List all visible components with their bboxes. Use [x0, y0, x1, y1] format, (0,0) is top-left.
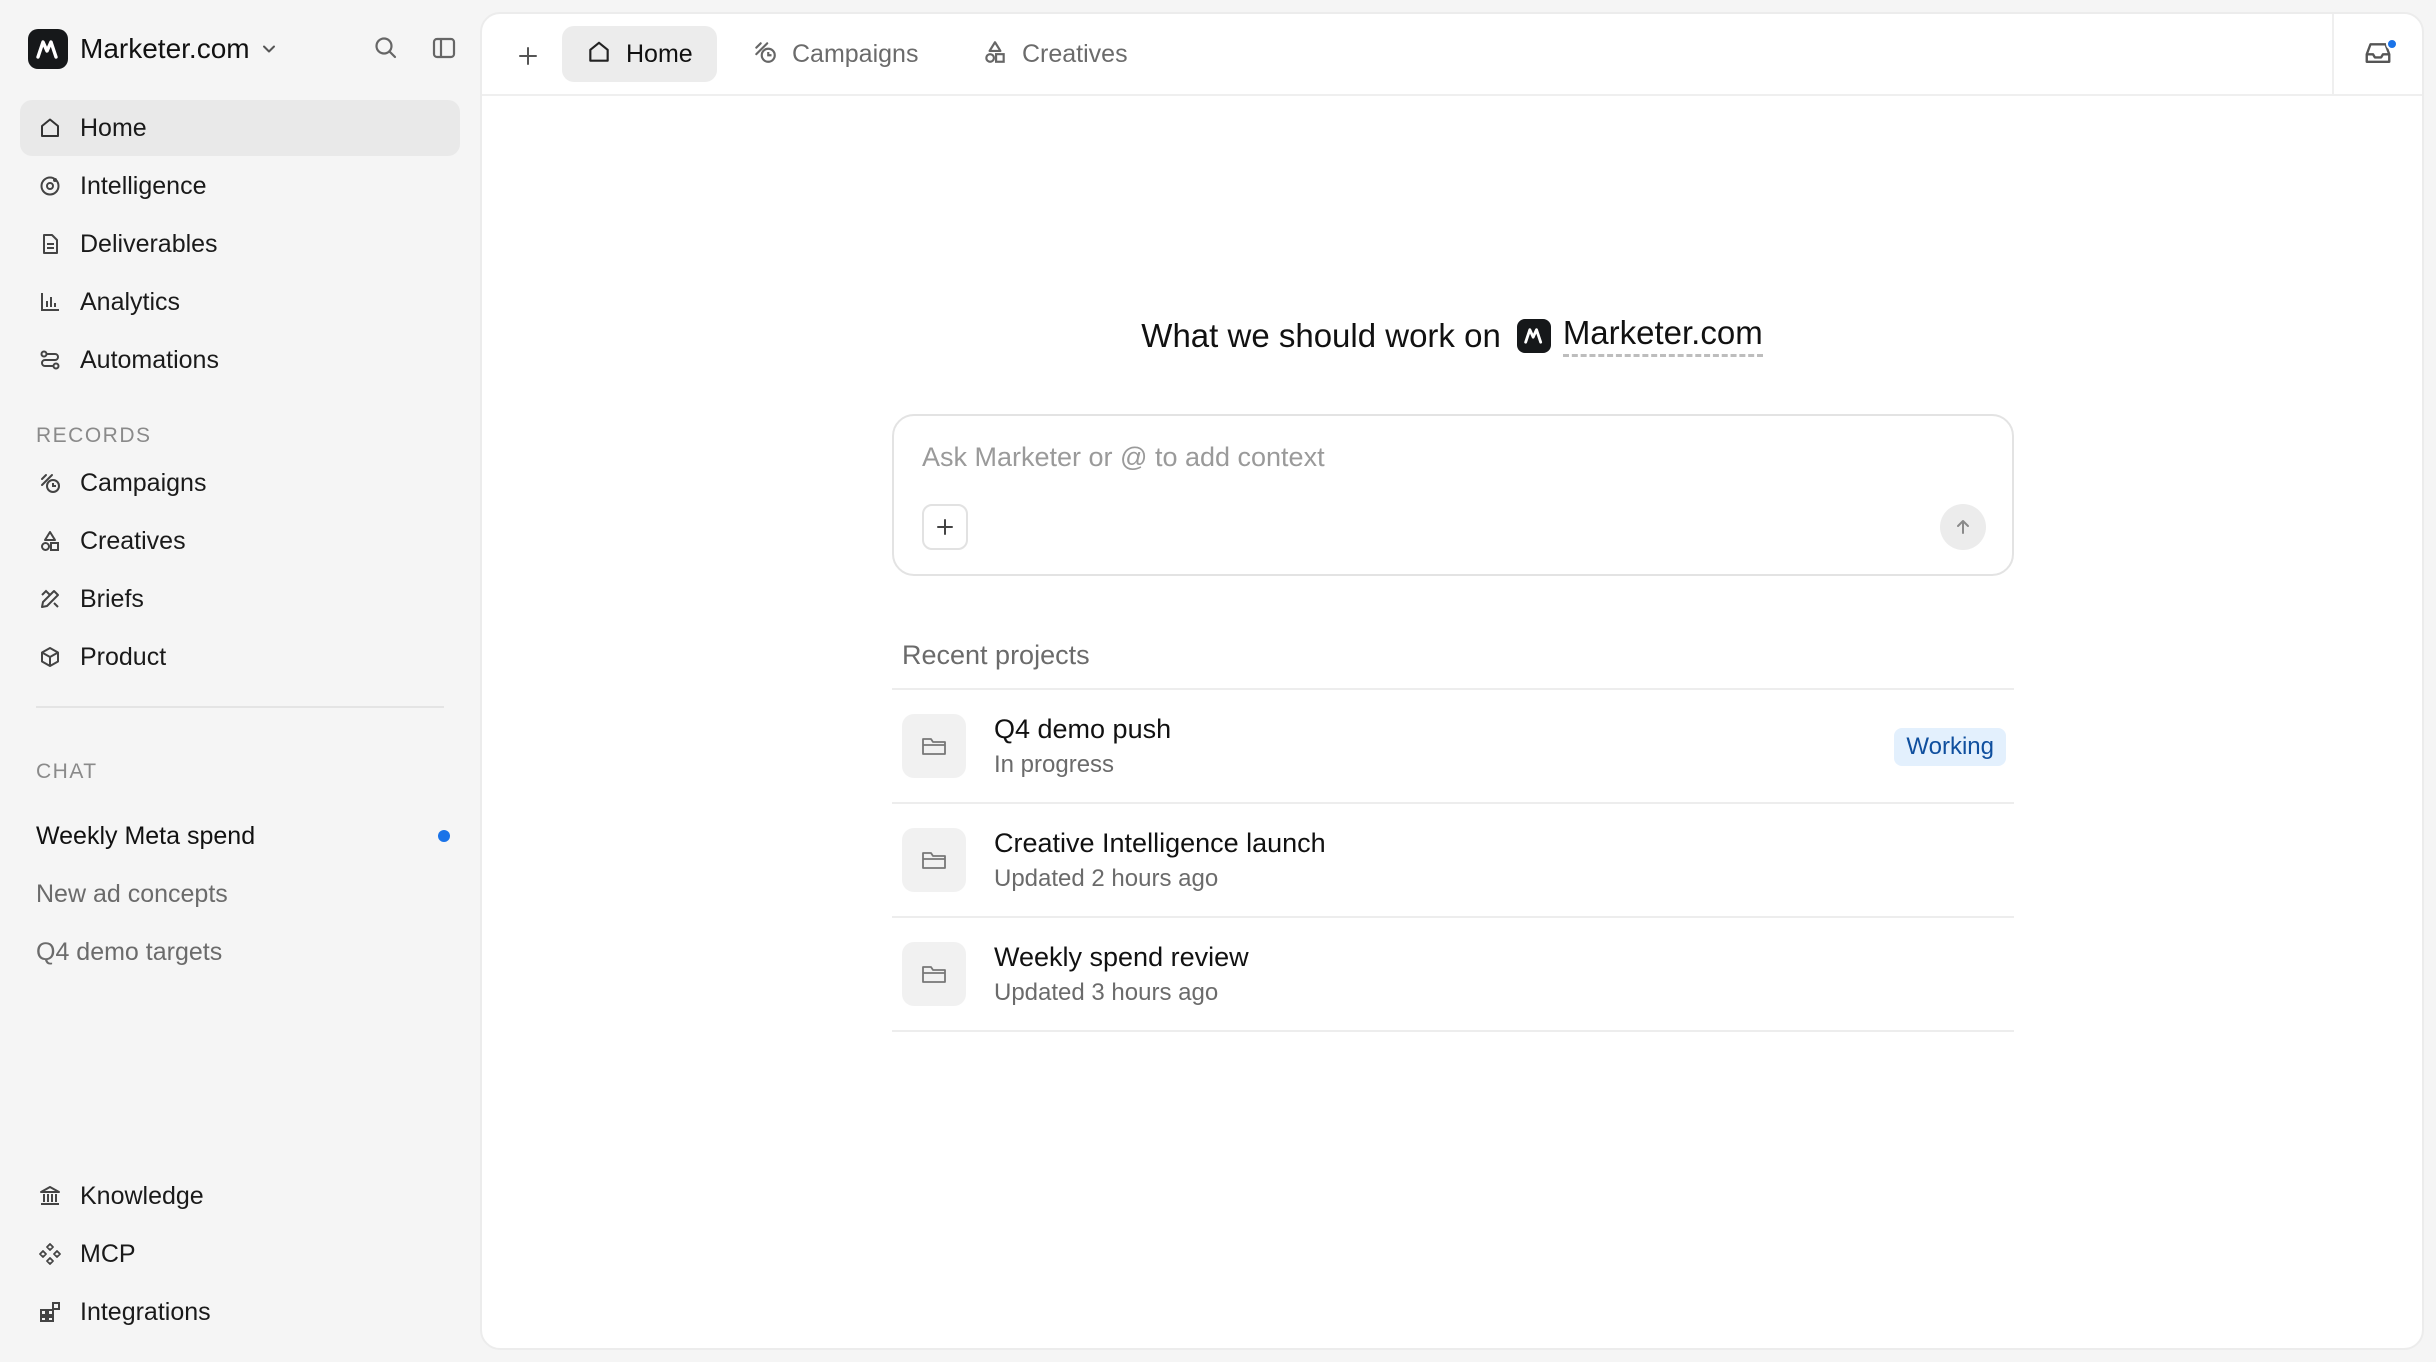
tab-bar: Home Campaigns Creatives [482, 14, 2422, 96]
project-status: Updated 2 hours ago [994, 865, 1219, 892]
chat-composer[interactable]: Ask Marketer or @ to add context [892, 414, 2014, 576]
sidebar-item-label: Briefs [80, 584, 144, 613]
sidebar-item-label: Integrations [80, 1297, 211, 1326]
project-name: Weekly spend review [994, 942, 1249, 972]
chat-item-label: Q4 demo targets [36, 937, 223, 966]
tab-label: Home [626, 39, 693, 68]
chat-item-weekly-meta-spend[interactable]: Weekly Meta spend [36, 812, 450, 860]
project-row[interactable]: Q4 demo push In progress Working [892, 690, 2014, 804]
app-window: Marketer.com Home Intelligence Deliverab… [0, 0, 2436, 1362]
records-section-title: RECORDS [36, 424, 152, 447]
tab-campaigns[interactable]: Campaigns [728, 26, 942, 82]
automations-icon [36, 346, 64, 374]
tab-label: Campaigns [792, 39, 919, 68]
project-row[interactable]: Creative Intelligence launch Updated 2 h… [892, 804, 2014, 918]
sidebar-item-intelligence[interactable]: Intelligence [20, 158, 460, 214]
sidebar-item-label: Creatives [80, 526, 186, 555]
sidebar-item-knowledge[interactable]: Knowledge [20, 1168, 460, 1224]
sidebar: Marketer.com Home Intelligence Deliverab… [0, 0, 480, 1362]
main-panel: Home Campaigns Creatives What we should … [480, 12, 2424, 1350]
workspace-name: Marketer.com [80, 33, 250, 64]
chat-item-label: New ad concepts [36, 879, 228, 908]
workspace-switcher[interactable]: Marketer.com [28, 28, 278, 70]
document-icon [36, 230, 64, 258]
hero-question: What we should work on [1141, 316, 1501, 354]
chevron-down-icon [260, 40, 278, 58]
project-name: Creative Intelligence launch [994, 828, 1326, 858]
home-icon [36, 114, 64, 142]
sidebar-item-label: Intelligence [80, 171, 207, 200]
sidebar-item-campaigns[interactable]: Campaigns [20, 455, 460, 511]
new-tab-button[interactable] [508, 36, 548, 76]
shapes-icon [36, 527, 64, 555]
sidebar-divider [36, 706, 444, 708]
sidebar-item-label: Home [80, 113, 147, 142]
home-icon [586, 39, 612, 70]
package-icon [36, 643, 64, 671]
sidebar-item-mcp[interactable]: MCP [20, 1226, 460, 1282]
add-context-button[interactable] [922, 504, 968, 550]
sidebar-item-label: Knowledge [80, 1181, 204, 1210]
folder-icon [902, 828, 966, 892]
workspace-logo [28, 29, 68, 69]
sidebar-item-analytics[interactable]: Analytics [20, 274, 460, 330]
chat-section-title: CHAT [36, 760, 98, 783]
arrow-up-icon [1957, 520, 1969, 534]
bar-chart-icon [36, 288, 64, 316]
library-icon [36, 1182, 64, 1210]
sidebar-item-briefs[interactable]: Briefs [20, 571, 460, 627]
intelligence-icon [36, 172, 64, 200]
project-status: Updated 3 hours ago [994, 979, 1219, 1006]
tab-label: Creatives [1022, 39, 1128, 68]
mcp-icon [36, 1240, 64, 1268]
pencil-ruler-icon [36, 585, 64, 613]
sidebar-item-label: Analytics [80, 287, 181, 316]
chat-item-label: Weekly Meta spend [36, 821, 256, 850]
project-status: In progress [994, 751, 1115, 778]
sidebar-item-creatives[interactable]: Creatives [20, 513, 460, 569]
composer-input[interactable]: Ask Marketer or @ to add context [922, 442, 1325, 473]
plus-icon [937, 519, 953, 535]
recent-projects-list: Q4 demo push In progress Working Creativ… [892, 688, 2014, 1032]
sidebar-item-product[interactable]: Product [20, 629, 460, 685]
chat-item-new-ad-concepts[interactable]: New ad concepts [36, 870, 450, 918]
sidebar-tools [370, 32, 460, 64]
hero-heading: What we should work on Marketer.com [482, 314, 2422, 357]
search-icon[interactable] [370, 32, 402, 64]
status-badge: Working [1894, 728, 2006, 766]
sidebar-item-automations[interactable]: Automations [20, 332, 460, 388]
campaigns-icon [36, 469, 64, 497]
sidebar-item-label: Deliverables [80, 229, 218, 258]
tab-home[interactable]: Home [562, 26, 717, 82]
sidebar-item-integrations[interactable]: Integrations [20, 1284, 460, 1340]
notification-dot [2386, 38, 2398, 50]
sidebar-item-label: Campaigns [80, 468, 207, 497]
tab-creatives[interactable]: Creatives [958, 26, 1152, 82]
campaigns-icon [752, 39, 778, 70]
recent-projects-title: Recent projects [902, 640, 1090, 670]
folder-icon [902, 714, 966, 778]
shapes-icon [982, 39, 1008, 70]
folder-icon [902, 942, 966, 1006]
inbox-button[interactable] [2332, 14, 2422, 96]
sidebar-toggle-icon[interactable] [428, 32, 460, 64]
sidebar-item-label: Automations [80, 345, 219, 374]
workspace-logo [1516, 318, 1551, 353]
sidebar-item-label: Product [80, 642, 167, 671]
integrations-icon [36, 1298, 64, 1326]
send-button[interactable] [1940, 504, 1986, 550]
plus-icon [519, 47, 537, 65]
project-name: Q4 demo push [994, 714, 1172, 744]
unread-dot [438, 830, 450, 842]
workspace-context-selector[interactable]: Marketer.com [1562, 314, 1763, 357]
sidebar-item-label: MCP [80, 1239, 136, 1268]
sidebar-item-deliverables[interactable]: Deliverables [20, 216, 460, 272]
sidebar-item-home[interactable]: Home [20, 100, 460, 156]
project-row[interactable]: Weekly spend review Updated 3 hours ago [892, 918, 2014, 1032]
chat-item-q4-demo-targets[interactable]: Q4 demo targets [36, 928, 450, 976]
